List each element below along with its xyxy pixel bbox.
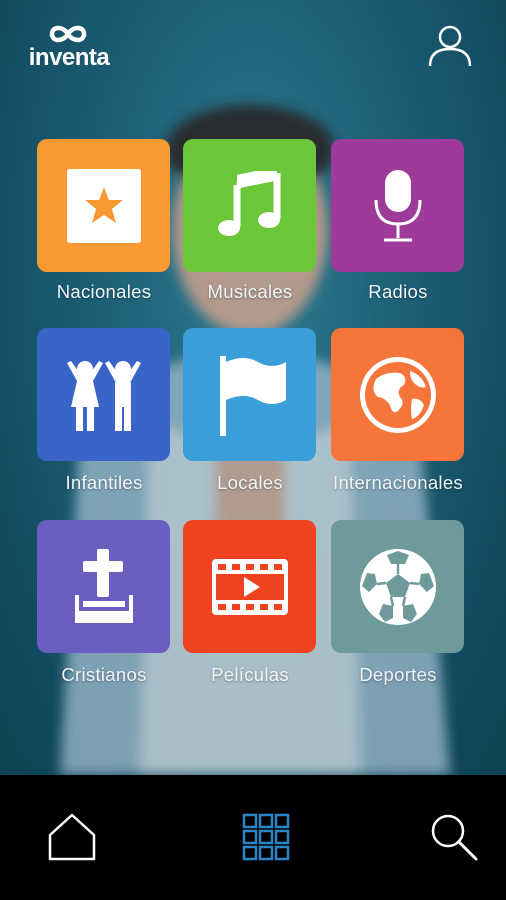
category-tile-musicales[interactable] — [183, 139, 316, 272]
category-label-deportes: Deportes — [359, 664, 437, 685]
star-icon — [66, 168, 141, 243]
globe-icon — [359, 356, 436, 433]
category-tile-infantiles[interactable] — [37, 328, 170, 461]
soccer-ball-icon — [359, 548, 436, 625]
category-grid: Nacionales Musicales Radios Infantiles L… — [0, 0, 506, 775]
bottom-navigation — [0, 775, 506, 900]
music-note-icon — [217, 170, 280, 236]
category-label-peliculas: Películas — [211, 664, 289, 685]
children-icon — [66, 360, 141, 431]
main-screen: inventa Nacionales Musicales Radios Infa… — [0, 0, 506, 775]
category-label-infantiles: Infantiles — [65, 472, 143, 493]
film-play-icon — [211, 558, 288, 615]
category-tile-peliculas[interactable] — [183, 520, 316, 653]
search-icon[interactable] — [426, 809, 482, 865]
category-tile-nacionales[interactable] — [37, 139, 170, 272]
grid-icon[interactable] — [238, 809, 294, 865]
category-label-nacionales: Nacionales — [56, 281, 152, 302]
category-tile-cristianos[interactable] — [37, 520, 170, 653]
home-icon[interactable] — [44, 809, 100, 865]
category-tile-radios[interactable] — [331, 139, 464, 272]
category-label-musicales: Musicales — [207, 281, 293, 302]
microphone-icon — [374, 169, 421, 241]
category-label-cristianos: Cristianos — [61, 664, 147, 685]
category-label-radios: Radios — [368, 281, 428, 302]
category-label-internacionales: Internacionales — [333, 472, 463, 493]
flag-icon — [219, 355, 286, 436]
category-label-locales: Locales — [217, 472, 283, 493]
category-tile-internacionales[interactable] — [331, 328, 464, 461]
category-tile-deportes[interactable] — [331, 520, 464, 653]
category-tile-locales[interactable] — [183, 328, 316, 461]
cross-bible-icon — [74, 548, 133, 623]
